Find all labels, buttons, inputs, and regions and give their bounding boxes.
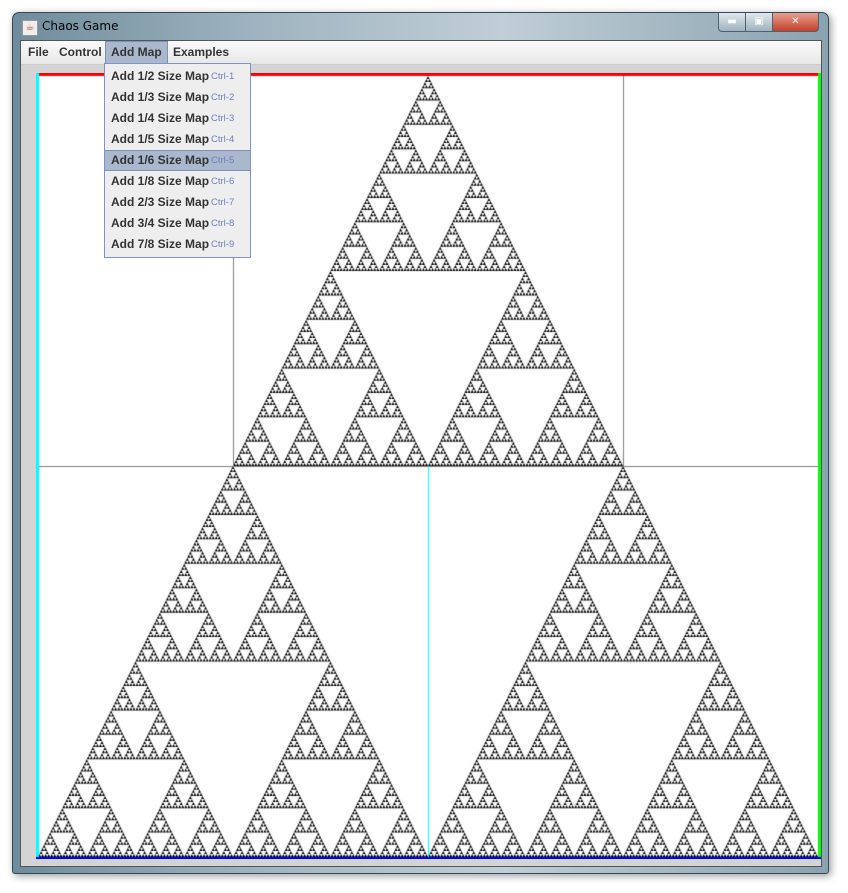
- menu-item-add-map[interactable]: Add 1/8 Size Map Ctrl-6: [105, 171, 250, 192]
- menu-examples[interactable]: Examples: [168, 41, 234, 63]
- java-cup-icon: ☕: [22, 20, 38, 36]
- menu-item-label: Add 7/8 Size Map: [111, 237, 210, 251]
- menu-bar: File Control Add Map Examples: [21, 41, 821, 65]
- menu-item-shortcut: Ctrl-3: [211, 113, 235, 124]
- menu-item-shortcut: Ctrl-7: [211, 197, 235, 208]
- menu-item-label: Add 1/4 Size Map: [111, 111, 210, 125]
- menu-item-add-map[interactable]: Add 1/5 Size Map Ctrl-4: [105, 129, 250, 150]
- menu-item-shortcut: Ctrl-1: [211, 71, 235, 82]
- menu-item-shortcut: Ctrl-4: [211, 134, 235, 145]
- maximize-button[interactable]: ▣: [745, 13, 773, 32]
- menu-item-shortcut: Ctrl-9: [211, 239, 235, 250]
- window-title: Chaos Game: [42, 19, 119, 33]
- menu-item-shortcut: Ctrl-5: [211, 155, 235, 166]
- menu-control[interactable]: Control: [54, 41, 107, 63]
- minimize-button[interactable]: ▬: [718, 13, 746, 32]
- menu-item-add-map[interactable]: Add 3/4 Size Map Ctrl-8: [105, 213, 250, 234]
- menu-item-add-map[interactable]: Add 7/8 Size Map Ctrl-9: [105, 234, 250, 255]
- menu-item-add-map[interactable]: Add 1/3 Size Map Ctrl-2: [105, 87, 250, 108]
- menu-item-label: Add 3/4 Size Map: [111, 216, 210, 230]
- menu-item-label: Add 1/3 Size Map: [111, 90, 210, 104]
- menu-item-label: Add 1/2 Size Map: [111, 69, 210, 83]
- menu-item-label: Add 1/8 Size Map: [111, 174, 210, 188]
- menu-item-add-map[interactable]: Add 2/3 Size Map Ctrl-7: [105, 192, 250, 213]
- menu-item-shortcut: Ctrl-2: [211, 92, 235, 103]
- menu-item-label: Add 1/5 Size Map: [111, 132, 210, 146]
- menu-item-add-map[interactable]: Add 1/6 Size Map Ctrl-5: [105, 150, 250, 171]
- menu-item-add-map[interactable]: Add 1/4 Size Map Ctrl-3: [105, 108, 250, 129]
- menu-item-shortcut: Ctrl-6: [211, 176, 235, 187]
- close-button[interactable]: ✕: [772, 13, 819, 32]
- add-map-dropdown: Add 1/2 Size Map Ctrl-1 Add 1/3 Size Map Ct…: [104, 63, 251, 258]
- menu-item-add-map[interactable]: Add 1/2 Size Map Ctrl-1: [105, 66, 250, 87]
- menu-item-shortcut: Ctrl-8: [211, 218, 235, 229]
- menu-file[interactable]: File: [23, 41, 54, 63]
- menu-item-label: Add 2/3 Size Map: [111, 195, 210, 209]
- menu-item-label: Add 1/6 Size Map: [111, 153, 210, 167]
- menu-add-map[interactable]: Add Map: [105, 41, 168, 64]
